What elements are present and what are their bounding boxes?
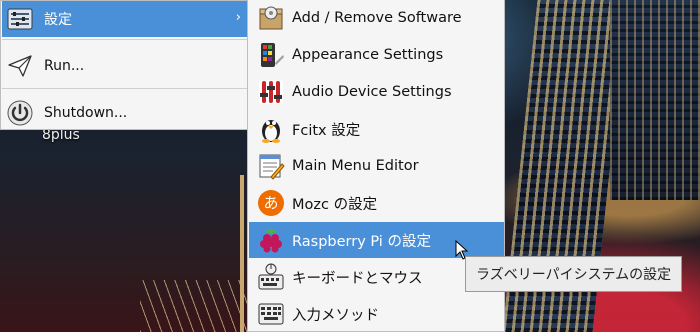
submenu-item-label: Main Menu Editor bbox=[292, 158, 419, 174]
menu-item-settings[interactable]: 設定 › bbox=[2, 1, 247, 37]
submenu-item-main-menu-editor[interactable]: Main Menu Editor bbox=[249, 148, 504, 184]
submenu-item-fcitx-settings[interactable]: Fcitx 設定 bbox=[249, 111, 504, 147]
menu-item-label: Run... bbox=[44, 58, 85, 74]
submenu-item-label: キーボードとマウス bbox=[292, 270, 423, 287]
submenu-item-label: Audio Device Settings bbox=[292, 84, 452, 100]
submenu-item-label: Appearance Settings bbox=[292, 47, 444, 63]
submenu-item-add-remove-software[interactable]: Add / Remove Software bbox=[249, 0, 504, 36]
keyboard-mouse-icon bbox=[255, 261, 287, 293]
menu-editor-icon bbox=[255, 150, 287, 182]
submenu-item-label: Fcitx 設定 bbox=[292, 122, 361, 139]
menu-item-run[interactable]: Run... bbox=[2, 48, 247, 84]
submenu-item-appearance-settings[interactable]: Appearance Settings bbox=[249, 37, 504, 73]
submenu-item-label: Add / Remove Software bbox=[292, 10, 462, 26]
power-icon bbox=[2, 97, 38, 129]
chevron-right-icon: › bbox=[235, 10, 241, 25]
svg-text:あ: あ bbox=[263, 194, 278, 212]
settings-panel-icon bbox=[2, 3, 38, 35]
submenu-item-label: Raspberry Pi の設定 bbox=[292, 233, 431, 250]
mozc-icon: あ bbox=[255, 187, 287, 219]
tooltip: ラズベリーパイシステムの設定 bbox=[465, 256, 683, 292]
menu-separator bbox=[2, 39, 247, 40]
appearance-icon bbox=[255, 39, 287, 71]
wallpaper-tower-2 bbox=[610, 0, 700, 200]
wallpaper-pole bbox=[240, 175, 244, 332]
audio-mixer-icon bbox=[255, 76, 287, 108]
raspberry-icon bbox=[255, 224, 287, 256]
penguin-icon bbox=[255, 113, 287, 145]
menu-item-label: 設定 bbox=[44, 12, 72, 28]
main-menu: 設定 › Run... Shutdown... bbox=[0, 0, 248, 130]
paper-plane-icon bbox=[2, 50, 38, 82]
submenu-item-mozc-settings[interactable]: あ Mozc の設定 bbox=[249, 185, 504, 221]
package-icon bbox=[255, 2, 287, 34]
keyboard-icon bbox=[255, 298, 287, 330]
menu-item-label: Shutdown... bbox=[44, 105, 128, 121]
wallpaper-bridge bbox=[140, 280, 250, 332]
submenu-item-label: 入力メソッド bbox=[292, 307, 379, 324]
menu-item-shutdown[interactable]: Shutdown... bbox=[2, 95, 247, 131]
submenu-item-input-method[interactable]: 入力メソッド bbox=[249, 296, 504, 332]
submenu-item-label: Mozc の設定 bbox=[292, 196, 378, 213]
submenu-item-audio-device-settings[interactable]: Audio Device Settings bbox=[249, 74, 504, 110]
menu-separator bbox=[2, 88, 247, 89]
